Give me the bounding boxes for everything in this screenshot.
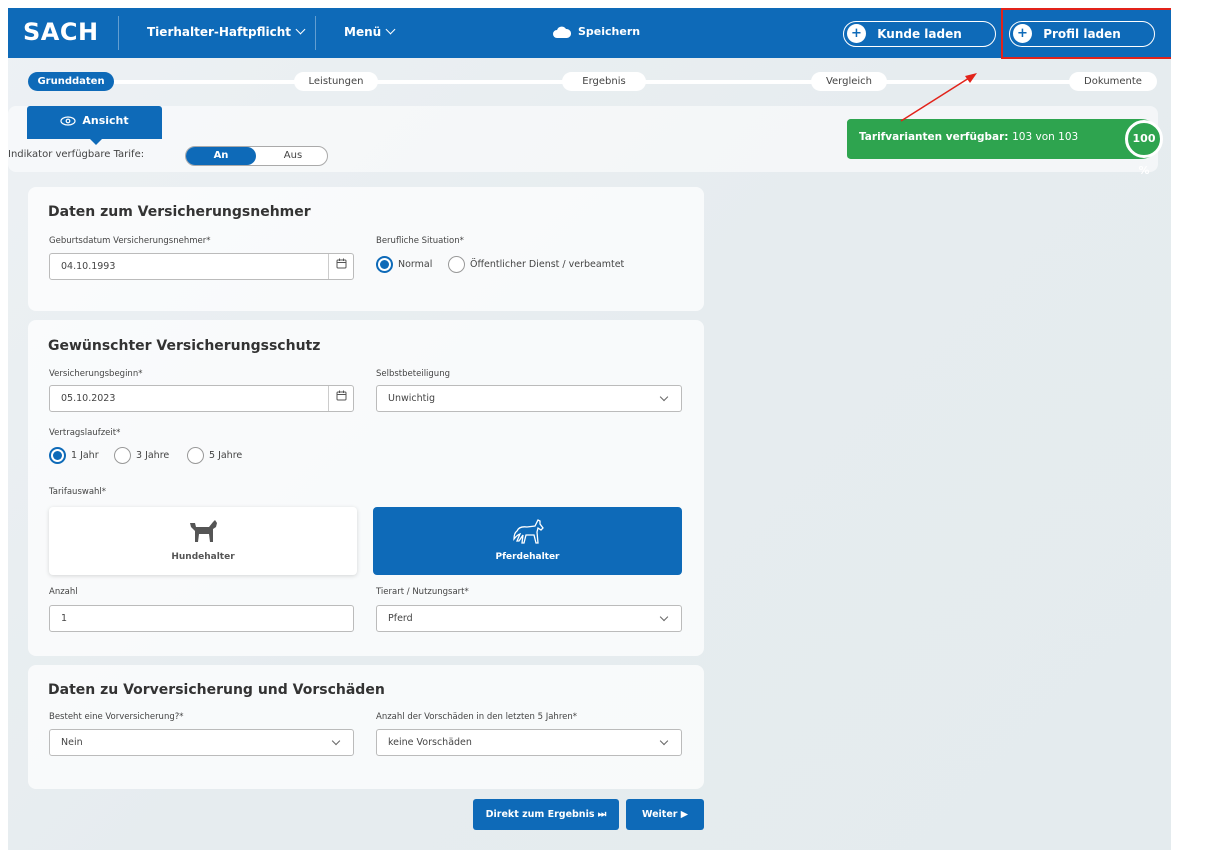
radio-selected-icon — [49, 447, 66, 464]
horse-icon — [513, 519, 544, 544]
animal-label: Tierart / Nutzungsart* — [376, 587, 469, 597]
radio-selected-icon — [376, 256, 393, 273]
coverage-card: Gewünschter Versicherungsschutz Versiche… — [28, 320, 704, 656]
count-input[interactable]: 1 — [49, 605, 354, 632]
tile-horse-label: Pferdehalter — [495, 552, 560, 562]
start-label: Versicherungsbeginn* — [49, 369, 143, 379]
animal-value: Pferd — [388, 613, 413, 624]
claims-select[interactable]: keine Vorschäden — [376, 729, 682, 756]
chevron-down-icon — [659, 392, 669, 402]
count-value: 1 — [61, 613, 68, 624]
term-radio-3[interactable]: 3 Jahre — [114, 447, 169, 464]
birthdate-value: 04.10.1993 — [61, 261, 116, 272]
deductible-value: Unwichtig — [388, 393, 436, 404]
calendar-icon[interactable] — [328, 254, 353, 279]
term-radio-5[interactable]: 5 Jahre — [187, 447, 242, 464]
term-opt1-label: 1 Jahr — [71, 450, 99, 461]
policyholder-card: Daten zum Versicherungsnehmer Geburtsdat… — [28, 187, 704, 311]
term-opt3-label: 5 Jahre — [209, 450, 243, 461]
prior-insurance-label: Besteht eine Vorversicherung?* — [49, 712, 184, 722]
start-date-value: 05.10.2023 — [61, 393, 116, 404]
deductible-label: Selbstbeteiligung — [376, 369, 450, 379]
start-date-input[interactable]: 05.10.2023 — [49, 385, 354, 412]
chevron-down-icon — [331, 736, 341, 746]
radio-empty-icon — [114, 447, 131, 464]
coverage-title: Gewünschter Versicherungsschutz — [48, 338, 321, 354]
next-button[interactable]: Weiter ▶ — [626, 799, 704, 830]
claims-value: keine Vorschäden — [388, 737, 472, 748]
tariff-label: Tarifauswahl* — [49, 487, 107, 497]
job-radio-public[interactable]: Öffentlicher Dienst / verbeamtet — [448, 256, 624, 273]
policyholder-title: Daten zum Versicherungsnehmer — [48, 204, 311, 220]
tile-dog-label: Hundehalter — [171, 552, 235, 562]
chevron-down-icon — [659, 612, 669, 622]
prior-insurance-value: Nein — [61, 737, 83, 748]
chevron-down-icon — [659, 736, 669, 746]
birthdate-label: Geburtsdatum Versicherungsnehmer* — [49, 236, 211, 246]
radio-empty-icon — [448, 256, 465, 273]
dog-icon — [190, 520, 217, 542]
animal-select[interactable]: Pferd — [376, 605, 682, 632]
job-label: Berufliche Situation* — [376, 236, 464, 246]
job-radio-normal[interactable]: Normal — [376, 256, 432, 273]
direct-to-result-button[interactable]: Direkt zum Ergebnis ⏭ — [473, 799, 619, 830]
deductible-select[interactable]: Unwichtig — [376, 385, 682, 412]
count-label: Anzahl — [49, 587, 78, 597]
tile-dog-owner[interactable]: Hundehalter — [49, 507, 357, 575]
radio-empty-icon — [187, 447, 204, 464]
app-window: SACH Tierhalter-Haftpflicht Menü Speiche… — [8, 8, 1171, 850]
term-label: Vertragslaufzeit* — [49, 428, 121, 438]
tile-horse-owner[interactable]: Pferdehalter — [373, 507, 682, 575]
prior-insurance-title: Daten zu Vorversicherung und Vorschäden — [48, 682, 385, 698]
claims-label: Anzahl der Vorschäden in den letzten 5 J… — [376, 712, 577, 722]
birthdate-input[interactable]: 04.10.1993 — [49, 253, 354, 280]
prior-insurance-card: Daten zu Vorversicherung und Vorschäden … — [28, 665, 704, 789]
calendar-icon[interactable] — [328, 386, 353, 411]
term-radio-1[interactable]: 1 Jahr — [49, 447, 99, 464]
prior-insurance-select[interactable]: Nein — [49, 729, 354, 756]
job-opt-normal-label: Normal — [398, 259, 433, 270]
term-opt2-label: 3 Jahre — [136, 450, 170, 461]
job-opt-public-label: Öffentlicher Dienst / verbeamtet — [470, 259, 625, 270]
